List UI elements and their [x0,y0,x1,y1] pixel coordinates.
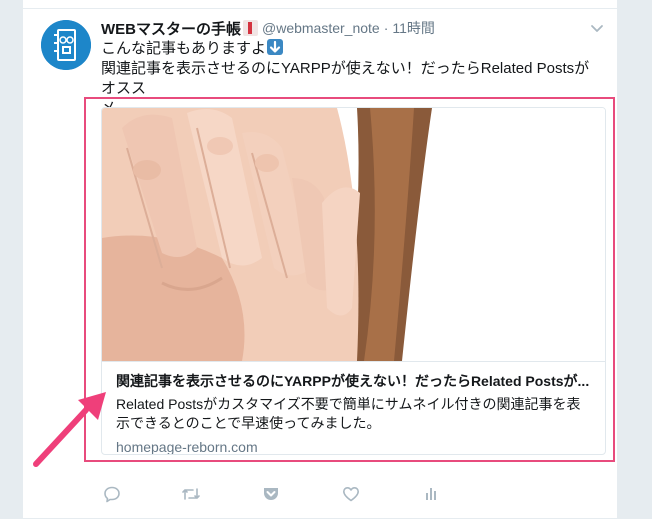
notebook-emoji-icon [243,20,258,36]
highlight-box [84,97,615,462]
tweet-header: WEBマスターの手帳 @webmaster_note · 11時間 [101,17,435,39]
pocket-icon[interactable] [260,483,282,505]
retweet-icon[interactable] [180,483,202,505]
chevron-down-icon[interactable] [589,20,605,36]
author-handle[interactable]: @webmaster_note [262,20,380,36]
heart-icon[interactable] [340,483,362,505]
pink-arrow-icon [33,392,106,467]
tweet-text-line1: こんな記事もありますよ [101,40,267,57]
tweet-actions [101,483,481,505]
top-divider [23,8,617,9]
author-name[interactable]: WEBマスターの手帳 [101,18,241,39]
down-arrow-emoji-icon [267,39,284,55]
timestamp[interactable]: 11時間 [392,18,435,38]
tweet-text-line2: 関連記事を表示させるのにYARPPが使えない！だったらRelated Posts… [101,60,590,97]
notebook-logo-icon [41,20,91,70]
avatar[interactable] [41,20,91,70]
separator-dot: · [383,20,389,36]
analytics-icon[interactable] [420,483,442,505]
reply-icon[interactable] [101,483,123,505]
